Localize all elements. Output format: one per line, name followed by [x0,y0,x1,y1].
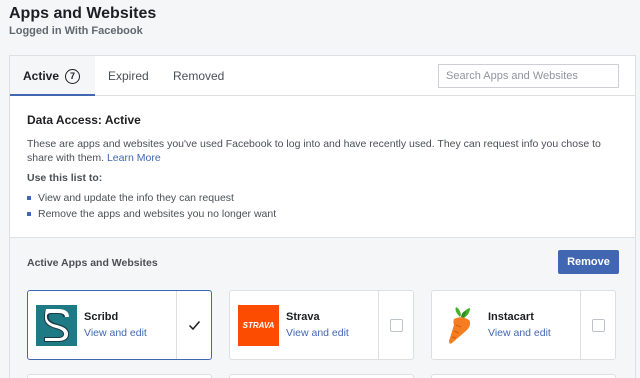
data-access-description: These are apps and websites you've used … [27,137,627,165]
tab-expired[interactable]: Expired [108,56,149,96]
app-card-instacart[interactable]: Instacart View and edit [431,290,616,360]
tab-active[interactable]: Active 7 [10,56,95,96]
learn-more-link[interactable]: Learn More [107,152,161,164]
list-item: View and update the info they can reques… [27,190,276,206]
search-input[interactable] [438,64,619,88]
active-apps-title: Active Apps and Websites [27,257,158,269]
view-edit-link[interactable]: View and edit [84,327,147,339]
tab-removed[interactable]: Removed [173,56,224,96]
view-edit-link[interactable]: View and edit [286,327,349,339]
app-card-partial[interactable] [431,374,616,378]
scribd-logo-icon [36,305,77,346]
app-name: Instacart [488,311,534,323]
app-card-partial[interactable] [27,374,212,378]
card-divider [176,291,177,359]
page-subtitle: Logged in With Facebook [9,25,143,37]
active-apps-section: Active Apps and Websites Remove Scribd V… [10,237,635,378]
app-card-partial[interactable] [229,374,414,378]
app-name: Scribd [84,311,119,323]
remove-button[interactable]: Remove [558,250,619,274]
app-card-strava[interactable]: STRAVA Strava View and edit [229,290,414,360]
app-checkbox[interactable] [188,319,201,332]
app-checkbox[interactable] [592,319,605,332]
use-list: View and update the info they can reques… [27,190,276,222]
page-title: Apps and Websites [9,5,157,22]
strava-logo-text: STRAVA [242,321,275,330]
card-divider [580,291,581,359]
data-access-section: Data Access: Active These are apps and w… [10,97,635,237]
use-list-title: Use this list to: [27,172,103,184]
app-name: Strava [286,311,320,323]
checkmark-icon [188,321,201,331]
card-divider [378,291,379,359]
active-count-badge: 7 [65,69,81,84]
apps-panel: Active 7 Expired Removed Data Access: Act… [9,55,636,378]
tab-active-label: Active [23,69,60,83]
app-checkbox[interactable] [390,319,403,332]
app-card-scribd[interactable]: Scribd View and edit [27,290,212,360]
data-access-title: Data Access: Active [27,113,141,127]
strava-logo-icon: STRAVA [238,305,279,346]
tab-bar: Active 7 Expired Removed [10,56,635,96]
list-item: Remove the apps and websites you no long… [27,206,276,222]
view-edit-link[interactable]: View and edit [488,327,551,339]
carrot-logo-icon [440,305,481,346]
